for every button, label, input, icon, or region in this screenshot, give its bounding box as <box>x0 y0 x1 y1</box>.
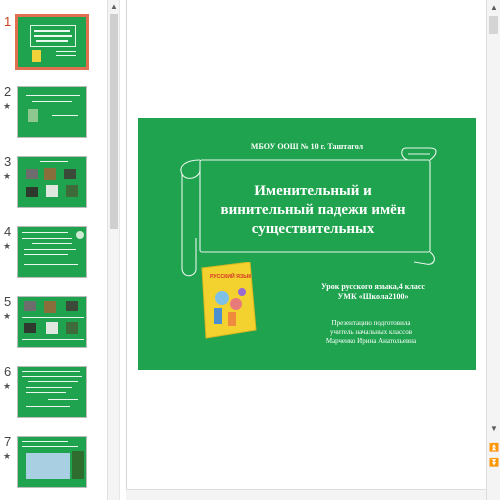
author-line: Презентацию подготовила <box>331 319 411 327</box>
slide-thumbnail-pane: 1 2 ★ 3 ★ 4 ★ 5 ★ 6 ★ 7 ★ ▲ <box>0 0 120 500</box>
animation-star-icon: ★ <box>3 241 12 251</box>
slide-number: 7 <box>4 434 12 449</box>
title-line: винительный падежи имён <box>220 202 406 218</box>
animation-star-icon: ★ <box>3 381 12 391</box>
next-slide-icon[interactable]: ⏬ <box>489 458 499 467</box>
slide-number: 6 <box>4 364 12 379</box>
animation-star-icon: ★ <box>3 101 12 111</box>
slide-thumbnail-image[interactable] <box>17 86 87 138</box>
slide-thumbnail-2[interactable]: 2 ★ <box>0 84 108 148</box>
title-line: Именительный и <box>254 183 372 199</box>
animation-star-icon: ★ <box>3 311 12 321</box>
scroll-down-icon[interactable]: ▼ <box>489 424 499 433</box>
editor-horizontal-scrollbar[interactable] <box>126 489 486 500</box>
lesson-line: Урок русского языка,4 класс <box>321 282 425 291</box>
editor-vertical-scrollbar[interactable]: ▲ ▼ ⏫ ⏬ <box>486 0 500 500</box>
slide-thumbnail-6[interactable]: 6 ★ <box>0 364 108 428</box>
book-title: РУССКИЙ ЯЗЫК <box>210 272 252 280</box>
editor-divider <box>126 0 127 500</box>
author-info: Презентацию подготовила учитель начальны… <box>304 319 438 346</box>
slide-thumbnail-image[interactable] <box>17 156 87 208</box>
animation-star-icon: ★ <box>3 171 12 181</box>
previous-slide-icon[interactable]: ⏫ <box>489 443 499 452</box>
scrollbar-thumb[interactable] <box>110 14 118 229</box>
slide-thumbnail-3[interactable]: 3 ★ <box>0 154 108 218</box>
slide-number: 3 <box>4 154 12 169</box>
slide-thumbnail-image[interactable] <box>17 436 87 488</box>
animation-star-icon: ★ <box>3 451 12 461</box>
slide-thumbnail-image[interactable] <box>17 226 87 278</box>
slide-thumbnail-image[interactable] <box>17 366 87 418</box>
current-slide[interactable]: МБОУ ООШ № 10 г. Таштагол Именительный и… <box>138 118 476 370</box>
slide-thumbnail-image[interactable] <box>15 14 89 70</box>
lesson-line: УМК «Школа2100» <box>337 292 409 301</box>
slide-thumbnail-5[interactable]: 5 ★ <box>0 294 108 358</box>
slide-number: 2 <box>4 84 12 99</box>
slide-thumbnail-image[interactable] <box>17 296 87 348</box>
title-line: существительных <box>251 221 375 237</box>
textbook-cover-image: РУССКИЙ ЯЗЫК <box>198 261 258 342</box>
slide-number: 5 <box>4 294 12 309</box>
slide-thumbnail-1[interactable]: 1 <box>0 14 108 78</box>
lesson-info: Урок русского языка,4 класс УМК «Школа21… <box>308 282 438 302</box>
thumbnail-scrollbar[interactable]: ▲ <box>107 0 120 500</box>
scrollbar-thumb[interactable] <box>489 16 498 34</box>
slide-number: 4 <box>4 224 12 239</box>
school-name: МБОУ ООШ № 10 г. Таштагол <box>250 142 364 151</box>
slide-number: 1 <box>4 14 12 29</box>
slide-thumbnail-4[interactable]: 4 ★ <box>0 224 108 288</box>
author-line: учитель начальных классов <box>329 328 413 336</box>
author-line: Марченко Ирина Анатольевна <box>325 337 417 345</box>
scroll-up-icon[interactable]: ▲ <box>110 2 118 11</box>
slide-title: Именительный и винительный падежи имён с… <box>198 182 428 239</box>
scroll-up-icon[interactable]: ▲ <box>489 3 499 12</box>
slide-thumbnail-7[interactable]: 7 ★ <box>0 434 108 498</box>
